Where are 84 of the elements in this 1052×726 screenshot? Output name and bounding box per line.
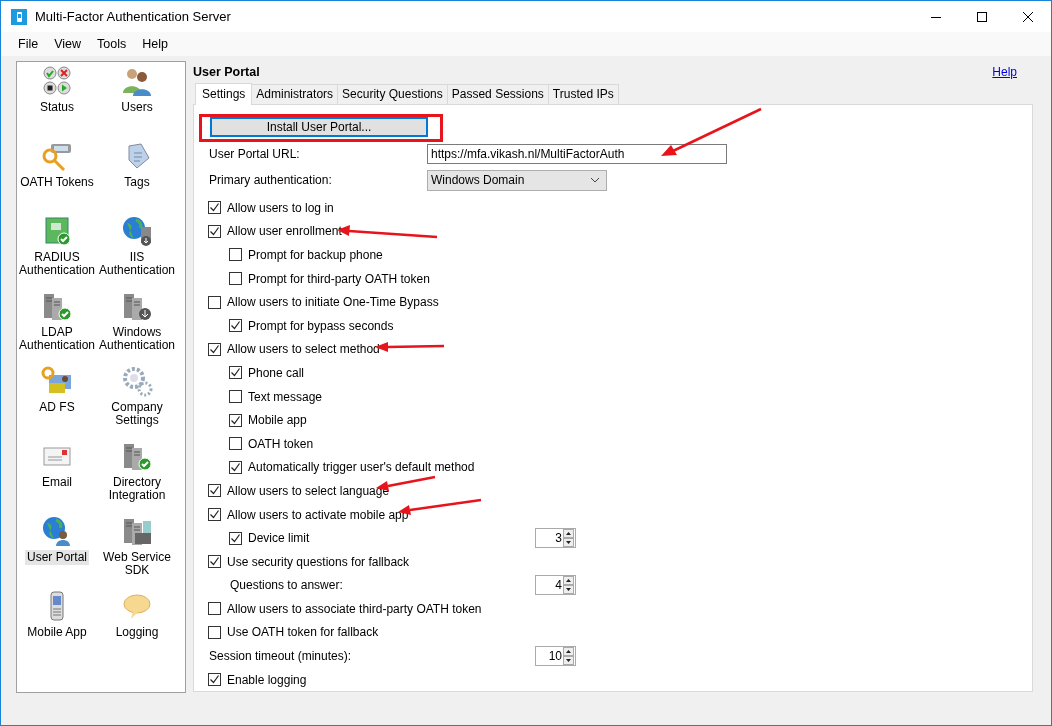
option-label: Allow users to associate third-party OATH token <box>227 601 482 616</box>
sidebar-item[interactable]: OATH Tokens <box>18 175 96 190</box>
sidebar-item[interactable]: Company Settings <box>97 400 177 428</box>
sidebar-item[interactable]: LDAP Authentication <box>17 325 98 353</box>
option-label: Text message <box>248 389 323 404</box>
checkbox[interactable] <box>208 295 221 309</box>
option-label: OATH token <box>248 436 314 451</box>
option-label: Prompt for backup phone <box>248 248 383 262</box>
checkbox[interactable] <box>208 626 221 639</box>
checkbox[interactable] <box>229 366 242 380</box>
number-spinner[interactable]: 4 <box>535 575 576 596</box>
option-label: Device limit <box>248 531 310 546</box>
sidebar-item[interactable]: Directory Integration <box>97 475 177 503</box>
close-icon <box>1023 11 1033 22</box>
spin-arrows-icon <box>563 647 574 666</box>
spin-arrows-icon <box>563 529 574 548</box>
checkbox[interactable] <box>229 319 242 333</box>
option-label: Use OATH token for fallback <box>227 625 379 640</box>
menu-item[interactable]: File <box>10 35 47 53</box>
option-label: Mobile app <box>248 413 307 428</box>
option-label: Session timeout (minutes): <box>209 649 352 664</box>
option-label: Use security questions for fallback <box>227 554 410 569</box>
checkbox[interactable] <box>229 413 242 427</box>
sidebar-item[interactable]: Status <box>38 100 76 115</box>
globe-user-icon <box>41 515 73 547</box>
checkbox[interactable] <box>229 460 242 474</box>
app-icon <box>11 8 27 25</box>
option-label: Prompt for bypass seconds <box>248 318 394 333</box>
sidebar-item[interactable]: Mobile App <box>25 625 89 640</box>
tab[interactable]: Security Questions <box>337 84 448 104</box>
sidebar-item[interactable]: RADIUS Authentication <box>16 250 98 278</box>
option-label: Automatically trigger user's default method <box>248 460 475 475</box>
option-label: Allow users to select language <box>227 483 390 498</box>
menu-item[interactable]: Tools <box>89 35 135 53</box>
checkbox[interactable] <box>208 201 221 215</box>
sidebar-item[interactable]: Email <box>40 475 74 490</box>
menu-item[interactable]: View <box>46 35 90 53</box>
sidebar-item[interactable]: Users <box>119 100 155 115</box>
globe-server-icon <box>121 215 153 247</box>
option-label: Enable logging <box>227 672 307 687</box>
sidebar-item[interactable]: AD FS <box>37 400 77 415</box>
url-field[interactable]: https://mfa.vikash.nl/MultiFactorAuth <box>427 144 727 164</box>
tab[interactable]: Trusted IPs <box>547 84 619 104</box>
option-label: Questions to answer: <box>230 578 343 593</box>
dropdown[interactable]: Windows Domain <box>427 169 607 191</box>
spin-arrows-icon <box>563 576 574 595</box>
option-label: Allow users to initiate One-Time Bypass <box>227 295 439 310</box>
number-spinner[interactable]: 3 <box>535 528 576 549</box>
checkbox[interactable] <box>208 508 221 521</box>
option-label: Allow users to select method <box>227 342 380 357</box>
checkbox[interactable] <box>208 484 221 498</box>
field-label: User Portal URL: <box>209 147 301 161</box>
window-title: Multi-Factor Authentication Server <box>35 9 231 24</box>
maximize-icon <box>977 11 987 22</box>
help-link[interactable]: Help <box>992 65 1017 79</box>
caret-icon <box>590 177 600 183</box>
install-button[interactable]: Install User Portal... <box>210 117 428 137</box>
number-spinner[interactable]: 10 <box>535 646 576 667</box>
checkbox[interactable] <box>229 390 242 404</box>
option-label: Allow users to log in <box>227 200 334 215</box>
tab[interactable]: Settings <box>195 83 253 105</box>
sidebar-item[interactable]: Tags <box>122 175 152 190</box>
checkbox[interactable] <box>229 437 242 451</box>
checkbox[interactable] <box>208 342 221 356</box>
checkbox[interactable] <box>208 224 221 238</box>
menu-item[interactable]: Help <box>134 35 176 53</box>
gears-icon <box>121 365 153 397</box>
checkbox[interactable] <box>208 555 221 569</box>
sidebar-item[interactable]: Windows Authentication <box>97 325 178 353</box>
checkbox[interactable] <box>229 248 242 262</box>
field-label: Primary authentication: <box>209 173 333 187</box>
checkbox[interactable] <box>229 531 242 545</box>
section-heading: User Portal <box>193 65 260 79</box>
option-label: Phone call <box>248 365 305 380</box>
sidebar-item[interactable]: User Portal <box>25 550 89 565</box>
checkbox[interactable] <box>208 602 221 616</box>
sidebar-item[interactable]: Logging <box>113 625 161 640</box>
checkbox[interactable] <box>208 673 221 687</box>
option-label: Allow user enrollment <box>227 224 342 239</box>
status-lights-icon <box>41 65 73 97</box>
sidebar-item[interactable]: IIS Authentication <box>96 250 178 278</box>
checkbox[interactable] <box>229 272 242 286</box>
sidebar-item[interactable]: Web Service SDK <box>97 550 177 578</box>
option-label: Prompt for third-party OATH token <box>248 271 430 286</box>
